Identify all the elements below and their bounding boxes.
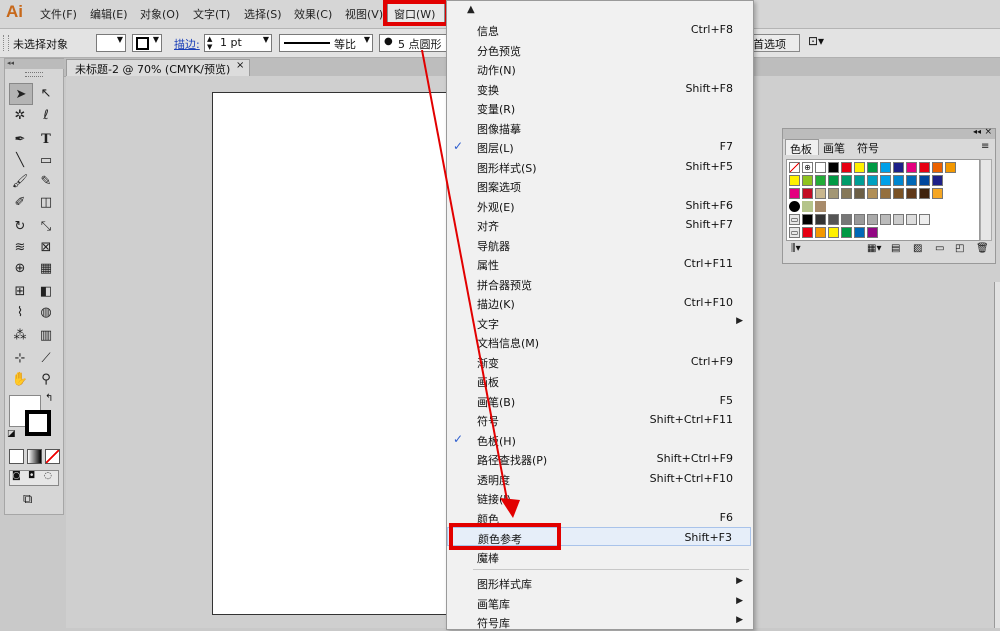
annotation-arrow-head: [500, 498, 520, 518]
annotation-arrow-layer: [421, 49, 520, 518]
annotation-arrow-line: [421, 49, 509, 506]
